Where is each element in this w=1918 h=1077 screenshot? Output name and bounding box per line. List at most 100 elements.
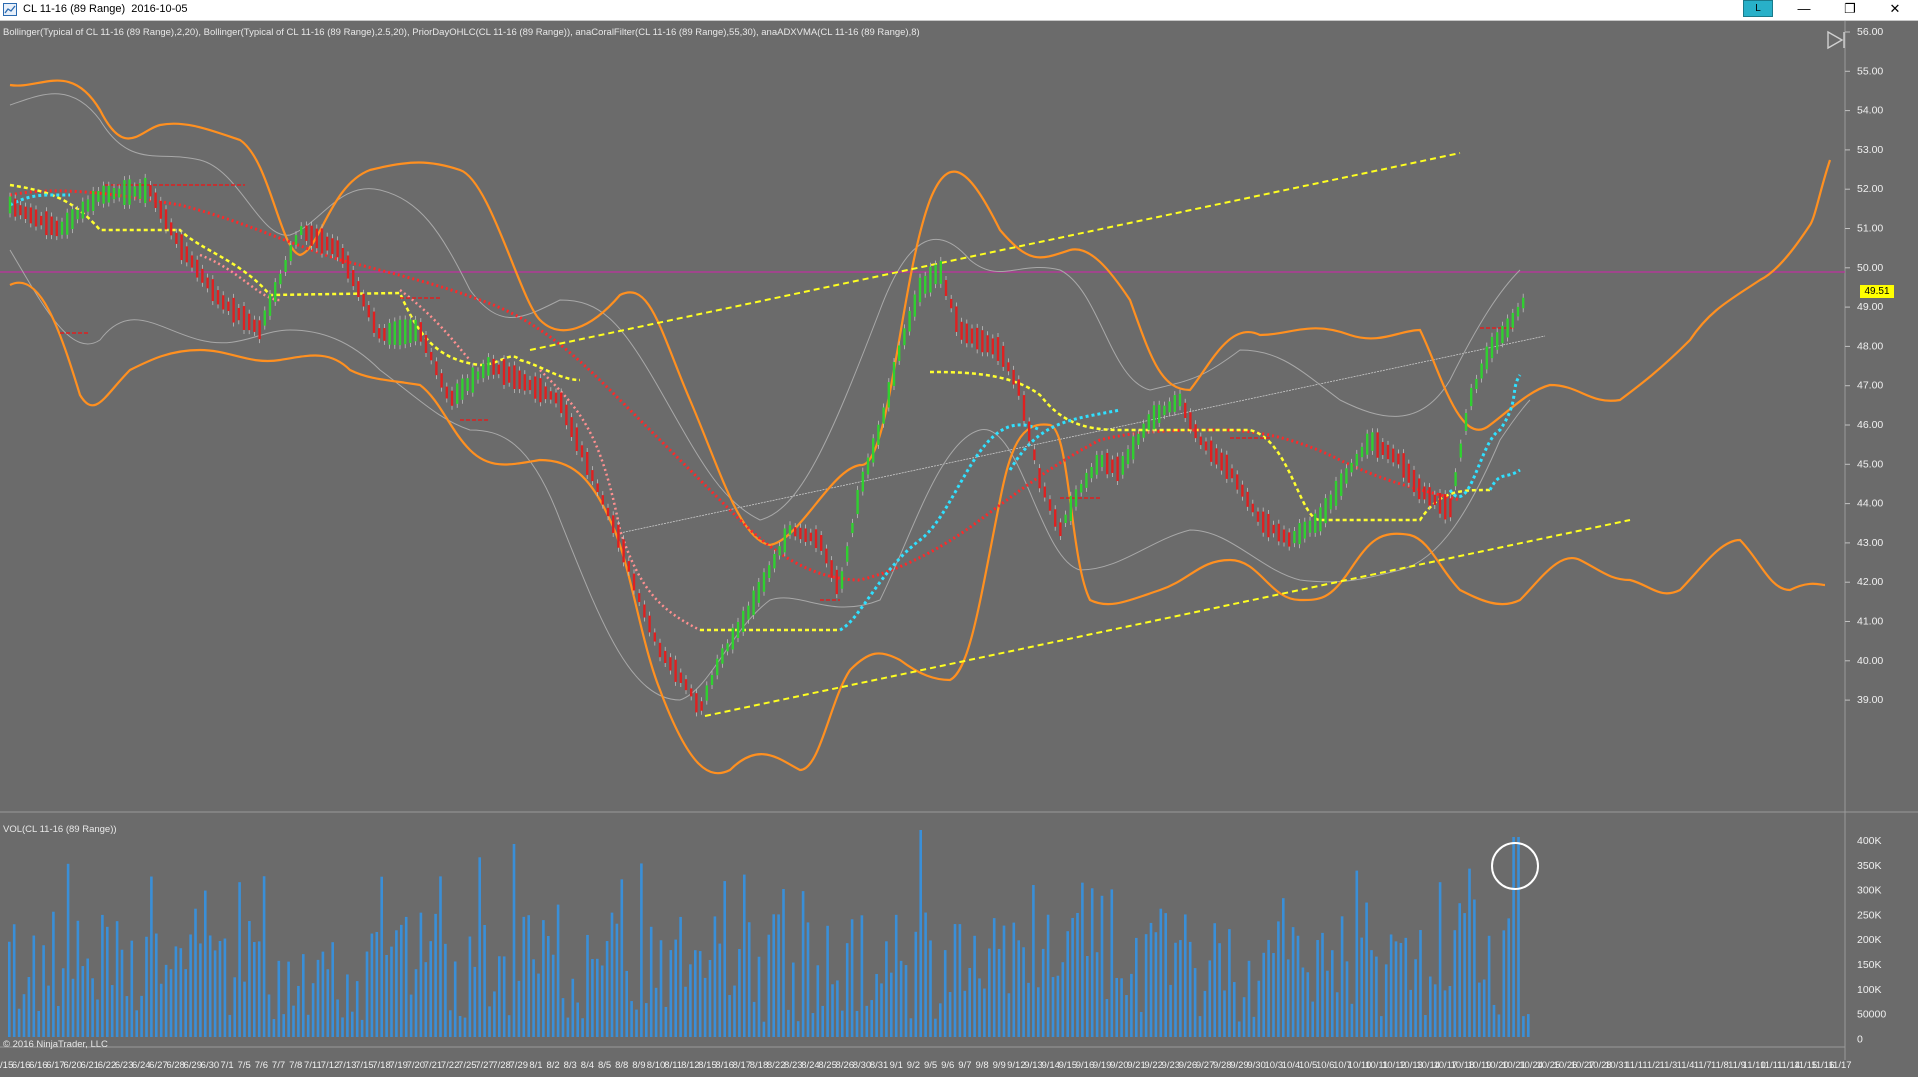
date-axis-label: 7/25 [458,1060,477,1071]
candle-body [835,569,838,595]
candle-body [544,386,547,400]
date-axis-label: 7/18 [372,1060,391,1071]
scroll-to-end-icon[interactable] [1826,30,1846,50]
volume-bar [635,1009,638,1037]
candle-body [1204,441,1208,451]
candle-body [601,495,604,505]
volume-bar [385,954,388,1037]
candle-body [866,457,870,475]
candle-body [679,672,682,683]
volume-bar [1247,960,1251,1037]
volume-bar [253,942,256,1037]
volume-bar [581,1018,584,1037]
candle-body [352,269,355,287]
date-axis-label: 10/4 [1282,1060,1301,1071]
date-axis-label: 9/6 [941,1060,954,1071]
candle-body [1178,393,1182,407]
date-axis-label: 7/5 [238,1060,251,1071]
volume-bar [1443,990,1447,1037]
volume-bar [32,935,36,1037]
volume-bar [478,857,481,1037]
date-axis-label: 6/24 [132,1060,151,1071]
volume-bar [101,914,104,1037]
candle-body [76,209,79,220]
volume-bar [316,959,320,1037]
candle-body [336,240,339,258]
candle-body [430,351,433,361]
candle-body [1480,363,1483,379]
volume-bar [1355,870,1359,1037]
volume-bar [512,844,516,1037]
volume-bar [189,934,192,1037]
candle-body [1397,453,1400,465]
volume-bar [365,951,369,1037]
volume-bar [434,913,437,1037]
candle-body [1282,529,1286,543]
volume-bar [787,1009,790,1037]
volume-bar [963,990,967,1037]
candle-body [929,266,932,293]
price-axis-label: 40.00 [1857,655,1883,667]
candle-body [1152,405,1156,430]
candle-body [518,370,521,390]
date-axis-label: 11/2 [1642,1060,1660,1071]
candle-body [560,392,563,414]
volume-bar [630,1001,633,1037]
volume-bar [1193,968,1197,1037]
candle-body [554,392,558,404]
candle-body [1298,523,1301,545]
candle-body [24,206,27,219]
candle-body [123,180,126,206]
date-axis-label: 8/12 [681,1060,700,1071]
date-axis-label: 11/1 [1625,1060,1643,1071]
volume-bar [502,956,506,1037]
price-axis-label: 54.00 [1857,105,1883,117]
candle-body [1412,469,1416,493]
volume-bar [1135,937,1138,1037]
candle-body [60,221,64,235]
candle-body [1345,468,1348,484]
candle-body [565,404,568,426]
candle-body [242,306,246,330]
date-axis-label: 8/17 [733,1060,752,1071]
price-axis-label: 53.00 [1857,144,1883,156]
volume-bar [556,904,560,1037]
volume-bar [968,967,971,1037]
candle-body [289,244,292,262]
date-axis-label: 9/14 [1041,1060,1060,1071]
candle-body [716,658,719,676]
candle-body [133,186,136,197]
date-axis-label: 8/24 [801,1060,820,1071]
candle-body [1303,521,1306,539]
candle-body [960,321,963,340]
volume-bar [992,918,996,1037]
volume-bar [1316,940,1319,1037]
volume-bar [213,950,217,1037]
volume-bar [988,948,991,1037]
candle-body [918,277,922,303]
date-axis-label: 7/1 [220,1060,233,1071]
candle-body [1407,463,1410,483]
volume-bar [429,941,432,1037]
volume-bar [1453,930,1457,1037]
candle-body [279,273,282,285]
candle-body [1262,511,1265,533]
volume-bar [1164,913,1167,1037]
date-axis-label: 8/10 [647,1060,666,1071]
candle-body [1246,491,1249,507]
volume-bar [914,931,918,1037]
candle-body [482,363,485,379]
candle-body [539,378,542,403]
candle-body [851,522,854,534]
candle-body [81,201,84,219]
date-axis-label: 11/8 [1711,1060,1729,1071]
candle-body [1184,402,1187,419]
price-chart[interactable]: 56.00 55.00 54.00 53.00 52.00 51.00 50.00 49.00… [0,0,1918,1077]
volume-bar [792,962,795,1037]
candle-body [45,211,48,236]
candle-body [1506,318,1509,338]
volume-bar [1282,898,1285,1037]
volume-bar [483,925,486,1037]
candle-body [1168,401,1171,413]
candle-body [944,280,948,296]
